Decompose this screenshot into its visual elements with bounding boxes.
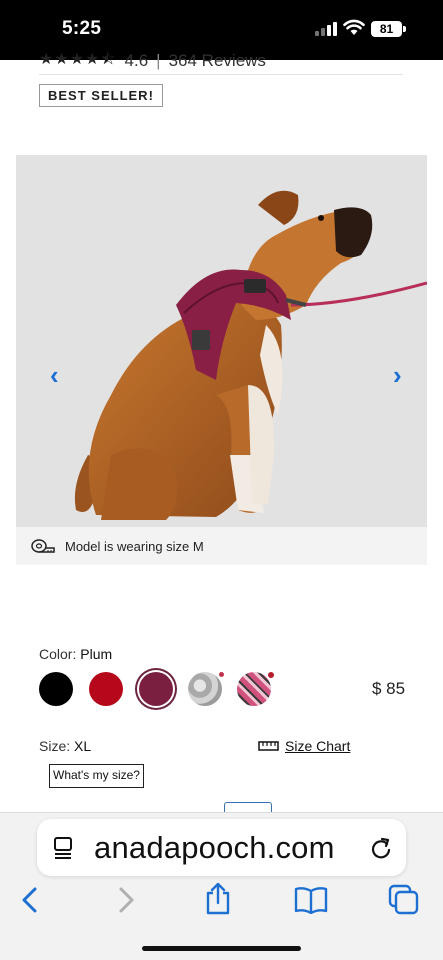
new-indicator-dot xyxy=(219,672,224,677)
size-chart-text[interactable]: Size Chart xyxy=(285,738,350,754)
color-label-text: Color: xyxy=(39,646,77,662)
new-indicator-dot xyxy=(268,672,274,678)
whats-my-size-button[interactable]: What's my size? xyxy=(49,764,144,788)
ruler-icon xyxy=(258,741,279,751)
gallery-prev-arrow-icon[interactable]: ‹ xyxy=(50,360,59,391)
bookmarks-icon[interactable] xyxy=(294,886,328,914)
reload-icon[interactable] xyxy=(369,836,393,860)
selected-color-name: Plum xyxy=(80,646,113,662)
back-icon[interactable] xyxy=(18,885,42,915)
rating-separator: | xyxy=(156,51,161,70)
product-image-gallery[interactable]: ‹ › xyxy=(16,155,427,527)
size-label: Size: XL xyxy=(39,738,91,754)
status-time: 5:25 xyxy=(62,18,102,39)
cellular-signal-icon xyxy=(315,22,337,36)
home-indicator[interactable] xyxy=(142,946,301,951)
price: $ 85 xyxy=(372,679,406,698)
swatch-pink-plaid[interactable] xyxy=(237,672,271,706)
swatch-plum[interactable] xyxy=(139,672,173,706)
measuring-tape-icon xyxy=(31,539,55,553)
wifi-icon xyxy=(343,19,365,35)
gallery-next-arrow-icon[interactable]: › xyxy=(393,360,402,391)
divider xyxy=(39,74,403,75)
battery-icon: 81 xyxy=(371,21,402,37)
rating-row[interactable]: ★★★★⯪ 4.6 | 364 Reviews xyxy=(39,50,266,72)
swatch-grey-pattern[interactable] xyxy=(188,672,222,706)
url-text[interactable]: anadapooch.com xyxy=(94,830,335,866)
star-rating-icon: ★★★★⯪ xyxy=(39,50,117,68)
rating-value: 4.6 xyxy=(124,51,149,70)
swatch-black[interactable] xyxy=(39,672,73,706)
swatch-red[interactable] xyxy=(89,672,123,706)
page-menu-icon[interactable] xyxy=(52,836,74,860)
battery-tip xyxy=(403,26,406,32)
tabs-icon[interactable] xyxy=(388,884,420,916)
review-count[interactable]: 364 Reviews xyxy=(169,51,266,71)
model-size-note: Model is wearing size M xyxy=(16,527,427,565)
selected-size: XL xyxy=(74,738,92,754)
size-label-text: Size: xyxy=(39,738,71,754)
model-size-text: Model is wearing size M xyxy=(65,538,204,554)
forward-icon[interactable] xyxy=(114,885,138,915)
color-label: Color: Plum xyxy=(39,646,112,662)
best-seller-badge: BEST SELLER! xyxy=(39,84,163,107)
product-photo-dog-in-harness xyxy=(74,190,427,520)
size-chart-link[interactable]: Size Chart xyxy=(258,738,350,754)
share-icon[interactable] xyxy=(203,882,233,916)
